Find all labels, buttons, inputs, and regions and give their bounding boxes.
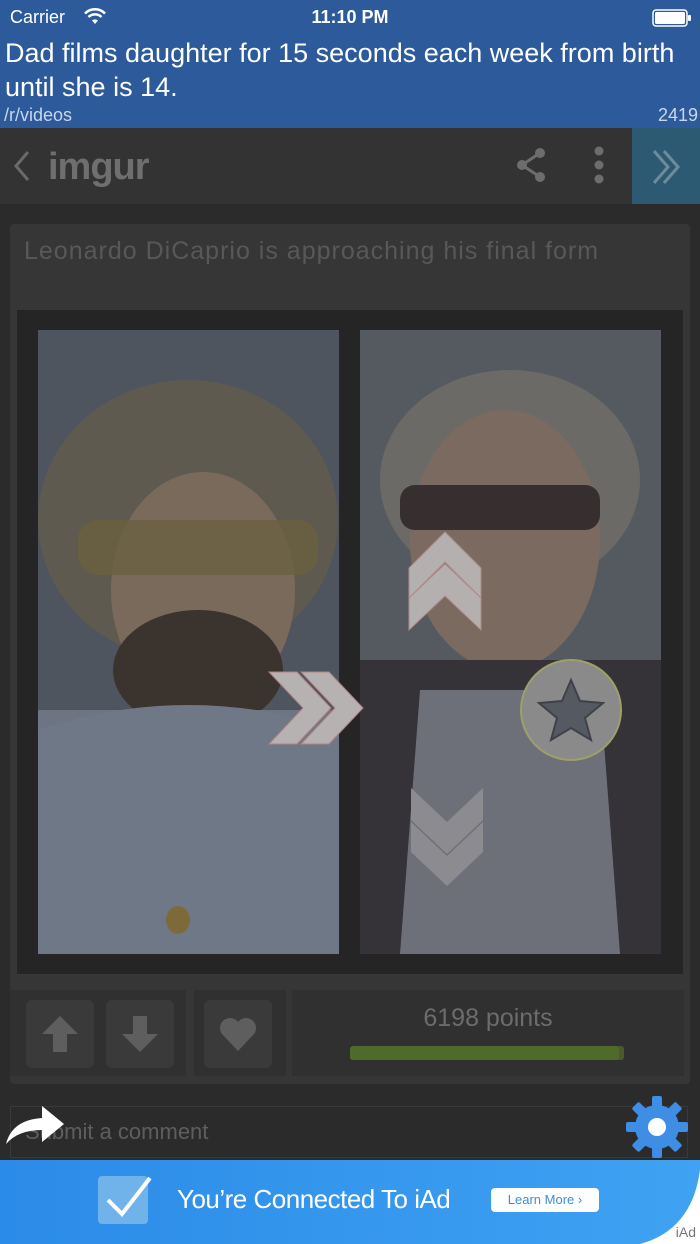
status-bar: Carrier 11:10 PM <box>0 0 700 36</box>
star-icon <box>519 658 623 767</box>
clock: 11:10 PM <box>311 7 389 27</box>
battery-icon <box>652 9 691 27</box>
gear-icon[interactable] <box>624 1094 690 1165</box>
next-chevron-icon <box>652 150 680 184</box>
more-vertical-icon[interactable] <box>589 144 609 189</box>
iad-banner[interactable]: You’re Connected To iAd Learn More › iAd <box>0 1160 700 1244</box>
learn-more-label: Learn More <box>507 1192 575 1207</box>
ad-check-box <box>98 1176 152 1224</box>
imgur-logo: imgur <box>48 146 150 188</box>
post-image[interactable] <box>17 310 683 974</box>
share-arrow-icon[interactable] <box>4 1104 66 1151</box>
reddit-post-title[interactable]: Dad films daughter for 15 seconds each w… <box>5 36 685 104</box>
points-bar <box>350 1046 624 1060</box>
downvote-gesture-icon <box>409 786 485 895</box>
next-post-button[interactable] <box>632 128 700 204</box>
photo-right <box>360 330 661 954</box>
favorite-controls <box>194 990 286 1076</box>
subreddit-label: /r/videos <box>4 105 73 125</box>
comment-box <box>10 1106 688 1158</box>
ad-text: You’re Connected To iAd <box>177 1184 451 1214</box>
reddit-post-header[interactable]: Carrier 11:10 PM Dad films daughter for … <box>0 0 700 128</box>
learn-more-button[interactable]: Learn More › <box>491 1188 599 1212</box>
share-icon[interactable] <box>514 146 548 189</box>
vote-controls <box>10 990 186 1076</box>
post-score: 2419 <box>657 105 698 125</box>
heart-icon <box>220 1018 256 1051</box>
points-bar-fill <box>350 1046 619 1060</box>
points-panel: 6198 points <box>292 990 684 1076</box>
upvote-gesture-icon <box>407 530 483 639</box>
downvote-button[interactable] <box>106 1000 174 1068</box>
checkmark-icon <box>106 1176 152 1218</box>
photo-left <box>38 330 339 954</box>
comment-input[interactable] <box>23 1115 627 1149</box>
iad-badge: iAd <box>675 1224 696 1240</box>
favorite-button[interactable] <box>204 1000 272 1068</box>
back-chevron-icon[interactable] <box>10 148 34 189</box>
upvote-button[interactable] <box>26 1000 94 1068</box>
imgur-nav-bar: imgur <box>0 128 700 204</box>
image-post-title: Leonardo DiCaprio is approaching his fin… <box>24 237 600 265</box>
image-post-card: Leonardo DiCaprio is approaching his fin… <box>10 224 690 1084</box>
next-gesture-icon <box>267 670 367 751</box>
points-count: 6198 points <box>423 1004 553 1032</box>
downvote-arrow-icon <box>122 1016 158 1052</box>
upvote-arrow-icon <box>42 1016 78 1052</box>
